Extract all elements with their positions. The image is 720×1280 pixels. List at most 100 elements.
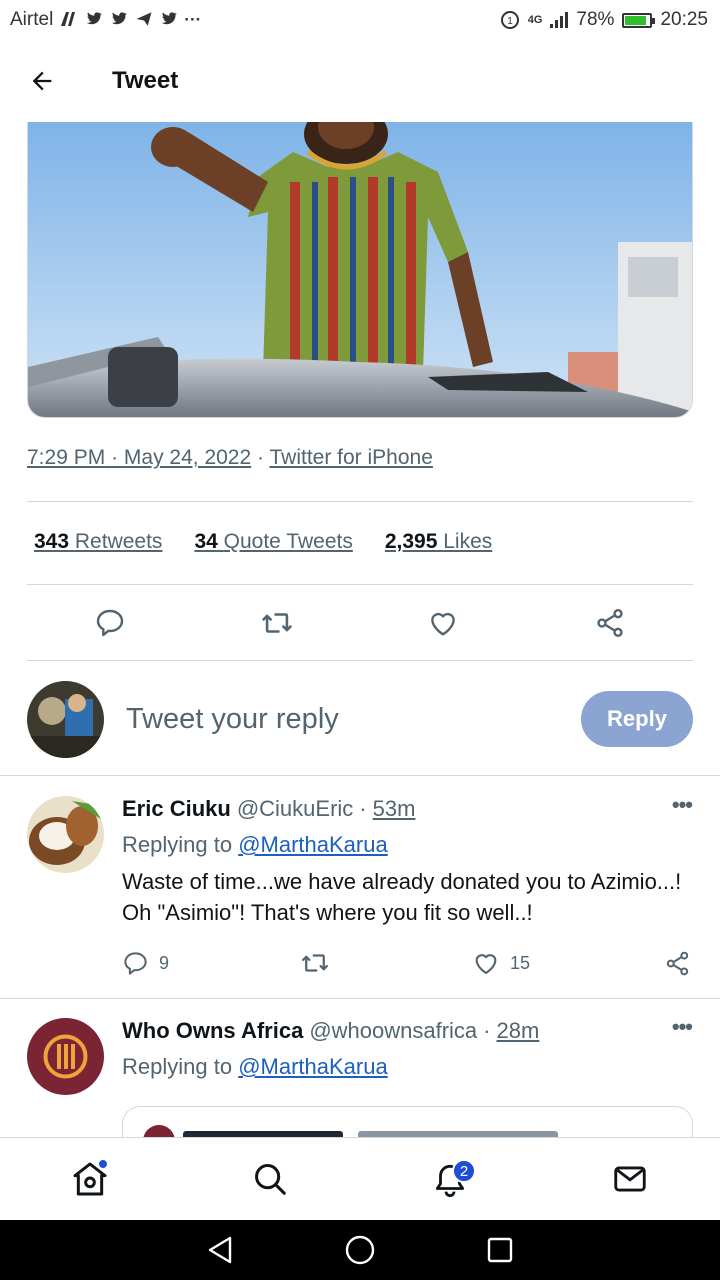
user-avatar-image: [27, 680, 104, 758]
reply-like-button[interactable]: 15: [472, 949, 530, 977]
top-app-bar: Tweet: [0, 40, 720, 122]
nav-notifications[interactable]: 2: [420, 1149, 480, 1209]
twitter-bird-icon: [112, 12, 128, 25]
reply-composer: Reply: [27, 678, 693, 760]
author-name[interactable]: Eric Ciuku: [122, 796, 231, 822]
reply-button[interactable]: [85, 598, 135, 648]
reply-submit-button[interactable]: Reply: [581, 691, 693, 747]
like-button[interactable]: [418, 598, 468, 648]
tweet-timestamp[interactable]: 7:29 PM · May 24, 2022: [27, 446, 251, 469]
retweets-stat[interactable]: 343 Retweets: [34, 530, 162, 554]
likes-count: 2,395: [384, 530, 438, 553]
reply-header: Who Owns Africa @whoownsafrica · 28m: [122, 1018, 692, 1044]
tweet-meta: 7:29 PM · May 24, 2022 · Twitter for iPh…: [27, 446, 433, 470]
nav-messages[interactable]: [600, 1149, 660, 1209]
divider: [27, 584, 693, 585]
battery-fill: [625, 15, 646, 25]
reply-input[interactable]: [126, 702, 556, 736]
clock: 20:25: [660, 9, 708, 30]
nav-home[interactable]: [60, 1149, 120, 1209]
quote-tweets-count: 34: [194, 530, 218, 553]
signal-icon: [550, 12, 569, 28]
likes-stat[interactable]: 2,395 Likes: [385, 530, 492, 554]
share-icon: [597, 609, 623, 637]
twitter-bird-icon: [87, 12, 103, 25]
divider: [0, 775, 720, 776]
android-home-button[interactable]: [340, 1230, 380, 1270]
android-recents-button[interactable]: [480, 1230, 520, 1270]
like-count: 15: [510, 952, 531, 973]
like-icon: [431, 612, 456, 636]
bottom-navigation: 2: [0, 1137, 720, 1220]
more-options-button[interactable]: •••: [672, 1014, 693, 1040]
triangle-back-icon: [208, 1236, 232, 1264]
tweet-source-link[interactable]: Twitter for iPhone: [269, 446, 432, 469]
square-recents-icon: [487, 1237, 513, 1263]
send-arrow-icon: [136, 12, 152, 26]
likes-label: Likes: [443, 530, 493, 553]
tweet-photo[interactable]: [27, 122, 693, 418]
tweet-date: May 24, 2022: [123, 446, 252, 469]
divider: [27, 660, 693, 661]
author-handle[interactable]: @CiukuEric: [237, 796, 353, 822]
network-type: 4G: [527, 14, 543, 26]
twitter-bird-icon: [162, 12, 178, 25]
divider: [27, 501, 693, 502]
author-handle[interactable]: @whoownsafrica: [309, 1018, 477, 1044]
reply-body: Who Owns Africa @whoownsafrica · 28m •••…: [122, 1014, 693, 1080]
reply-icon: [124, 951, 147, 975]
separator: ·: [257, 446, 265, 469]
like-icon: [475, 954, 497, 974]
retweet-icon: [302, 954, 328, 972]
status-bar: Airtel ··· 1 4G 78% 20:25: [0, 0, 720, 40]
avatar[interactable]: [27, 1018, 104, 1095]
more-options-button[interactable]: •••: [672, 792, 693, 818]
nav-search[interactable]: [240, 1149, 300, 1209]
retweet-button[interactable]: [252, 598, 302, 648]
circle-home-icon: [345, 1235, 375, 1265]
replying-to-handle[interactable]: @MarthaKarua: [238, 832, 388, 857]
retweet-icon: [262, 613, 292, 633]
quote-tweets-stat[interactable]: 34 Quote Tweets: [194, 530, 352, 554]
replying-to: Replying to @MarthaKarua: [122, 832, 692, 858]
avatar[interactable]: [27, 680, 104, 758]
battery-percent: 78%: [576, 9, 615, 30]
replying-to-label: Replying to: [122, 832, 233, 857]
svg-text:1: 1: [507, 16, 513, 27]
share-icon: [666, 951, 689, 975]
reply-text: Waste of time...we have already donated …: [122, 869, 682, 925]
reply-time[interactable]: 28m: [497, 1018, 540, 1044]
back-button[interactable]: [12, 51, 72, 111]
tweet-time: 7:29 PM: [27, 446, 106, 469]
replying-to: Replying to @MarthaKarua: [122, 1054, 692, 1080]
retweets-label: Retweets: [74, 530, 163, 553]
retweets-count: 343: [34, 530, 70, 553]
page-title: Tweet: [112, 67, 179, 94]
search-icon: [255, 1164, 286, 1195]
notification-badge: 2: [452, 1159, 476, 1183]
replying-to-label: Replying to: [122, 1054, 233, 1079]
status-right: 1 4G 78% 20:25: [500, 9, 708, 31]
photo-illustration: [28, 122, 692, 417]
who-owns-africa-logo: [27, 1018, 104, 1095]
author-name[interactable]: Who Owns Africa: [122, 1018, 303, 1044]
reply-body: Eric Ciuku @CiukuEric · 53m ••• Replying…: [122, 792, 693, 928]
coconut-avatar-image: [27, 796, 104, 873]
new-content-dot: [98, 1159, 108, 1169]
data-saver-icon: 1: [500, 11, 519, 29]
reply-reply-button[interactable]: 9: [122, 950, 169, 977]
android-back-button[interactable]: [200, 1230, 240, 1270]
notification-icons: ···: [59, 10, 201, 30]
reply-retweet-button[interactable]: [300, 948, 340, 978]
reply-share-button[interactable]: [664, 950, 691, 977]
tweet-stats: 343 Retweets 34 Quote Tweets 2,395 Likes: [34, 530, 492, 554]
reply-count: 9: [159, 952, 170, 973]
reply-item[interactable]: Eric Ciuku @CiukuEric · 53m ••• Replying…: [27, 792, 693, 978]
reply-time[interactable]: 53m: [373, 796, 416, 822]
replying-to-handle[interactable]: @MarthaKarua: [238, 1054, 388, 1079]
avatar[interactable]: [27, 796, 104, 873]
status-left: Airtel ···: [10, 9, 201, 31]
share-button[interactable]: [585, 598, 635, 648]
separator: ·: [483, 1018, 491, 1043]
messages-icon: [614, 1166, 646, 1192]
